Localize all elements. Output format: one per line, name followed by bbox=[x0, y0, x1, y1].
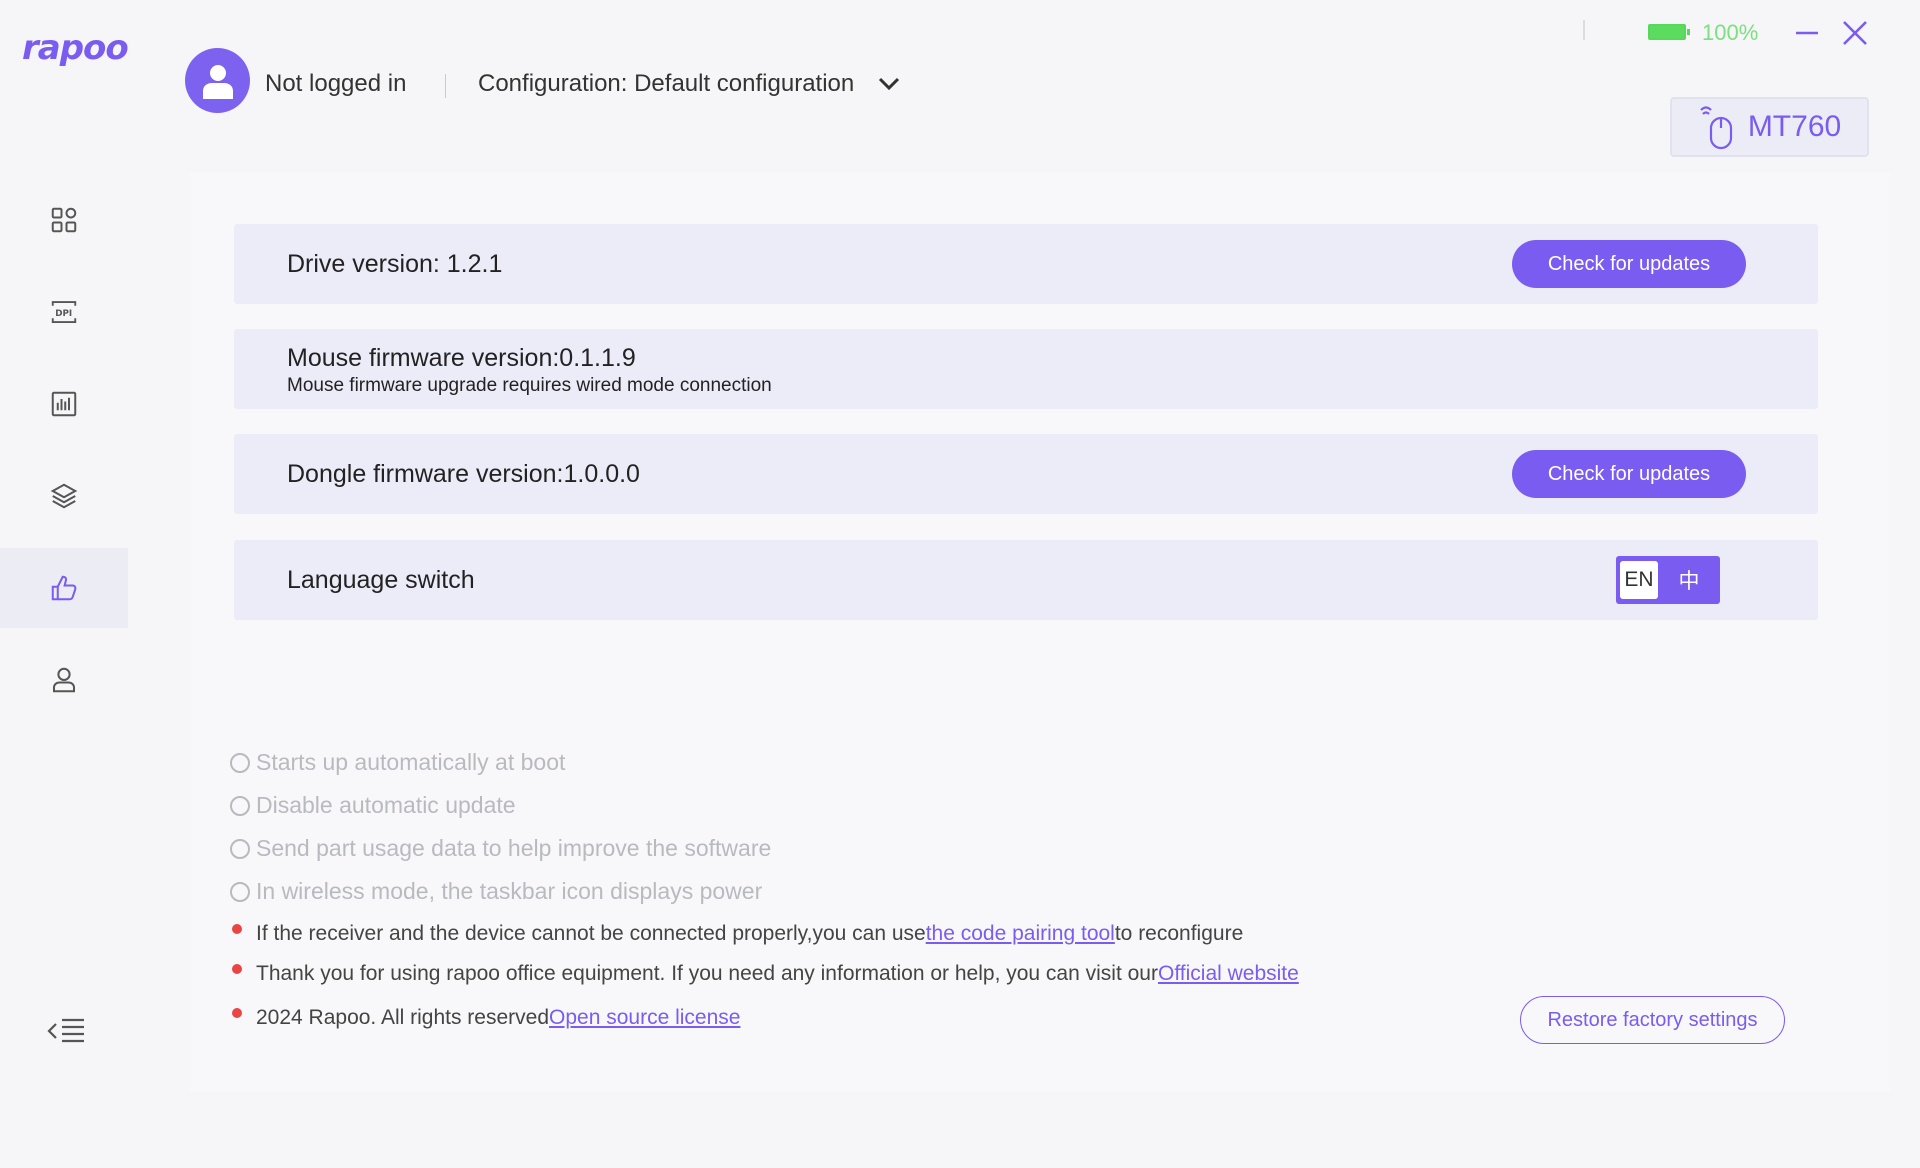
info-text-after: to reconfigure bbox=[1114, 922, 1244, 945]
minimize-icon[interactable] bbox=[1794, 20, 1820, 46]
info-text-before: 2024 Rapoo. All rights reserved bbox=[256, 1006, 550, 1029]
collapse-menu-icon[interactable] bbox=[46, 1014, 86, 1048]
radio-button[interactable] bbox=[230, 881, 250, 902]
bullet-dot bbox=[232, 924, 242, 934]
mouse-firmware-version-text: Mouse firmware version:0.1.1.9 bbox=[287, 344, 636, 372]
info-website: Thank you for using rapoo office equipme… bbox=[232, 962, 1299, 986]
option-auto-start[interactable]: Starts up automatically at boot bbox=[230, 749, 565, 776]
option-label: Disable automatic update bbox=[256, 792, 516, 818]
sidebar-item-dashboard[interactable] bbox=[0, 180, 128, 260]
thumbs-up-icon bbox=[51, 575, 77, 601]
layers-icon bbox=[50, 483, 78, 509]
sidebar-item-account[interactable] bbox=[0, 640, 128, 720]
bullet-dot bbox=[232, 964, 242, 974]
bar-chart-icon bbox=[51, 391, 77, 417]
info-text-before: If the receiver and the device cannot be… bbox=[256, 922, 926, 945]
wireless-mouse-icon bbox=[1700, 106, 1732, 150]
rapoo-logo: rapoo bbox=[22, 28, 129, 68]
drive-version-card: Drive version: 1.2.1 Check for updates bbox=[234, 224, 1818, 304]
radio-button[interactable] bbox=[230, 795, 250, 816]
option-send-usage-data[interactable]: Send part usage data to help improve the… bbox=[230, 835, 771, 862]
close-icon[interactable] bbox=[1842, 20, 1868, 46]
radio-button[interactable] bbox=[230, 838, 250, 859]
sidebar-item-stats[interactable] bbox=[0, 364, 128, 444]
drive-version-text: Drive version: 1.2.1 bbox=[287, 250, 503, 278]
dpi-icon: DPI bbox=[51, 301, 77, 323]
sidebar-item-layers[interactable] bbox=[0, 456, 128, 536]
user-icon bbox=[202, 64, 233, 99]
settings-panel bbox=[190, 172, 1890, 1092]
bullet-dot bbox=[232, 1008, 242, 1018]
language-switch-card: Language switch EN 中 bbox=[234, 540, 1818, 620]
grid-icon bbox=[51, 207, 77, 233]
login-status[interactable]: Not logged in bbox=[265, 70, 406, 98]
option-disable-auto-update[interactable]: Disable automatic update bbox=[230, 792, 516, 819]
info-pairing: If the receiver and the device cannot be… bbox=[232, 922, 1243, 946]
restore-factory-settings-button[interactable]: Restore factory settings bbox=[1520, 996, 1785, 1044]
battery-percent: 100% bbox=[1702, 20, 1759, 45]
chevron-down-icon bbox=[879, 77, 900, 91]
language-toggle: EN 中 bbox=[1616, 556, 1720, 604]
option-taskbar-power[interactable]: In wireless mode, the taskbar icon displ… bbox=[230, 878, 762, 905]
info-text: 2024 Rapoo. All rights reservedOpen sour… bbox=[256, 1006, 740, 1030]
radio-button[interactable] bbox=[230, 752, 250, 773]
open-source-license-link[interactable]: Open source license bbox=[549, 1006, 740, 1029]
device-selector[interactable]: MT760 bbox=[1670, 97, 1869, 157]
drive-check-updates-button[interactable]: Check for updates bbox=[1512, 240, 1746, 288]
avatar[interactable] bbox=[185, 48, 250, 113]
sidebar-item-settings[interactable] bbox=[0, 548, 128, 628]
dongle-check-updates-button[interactable]: Check for updates bbox=[1512, 450, 1746, 498]
svg-text:DPI: DPI bbox=[55, 309, 72, 319]
header-divider bbox=[445, 74, 446, 98]
option-label: In wireless mode, the taskbar icon displ… bbox=[256, 878, 763, 904]
code-pairing-tool-link[interactable]: the code pairing tool bbox=[926, 922, 1115, 945]
info-text: If the receiver and the device cannot be… bbox=[256, 922, 1243, 946]
mouse-firmware-note: Mouse firmware upgrade requires wired mo… bbox=[287, 375, 772, 396]
user-icon bbox=[53, 667, 75, 693]
battery-icon bbox=[1648, 24, 1690, 40]
info-text-before: Thank you for using rapoo office equipme… bbox=[256, 962, 1158, 985]
sidebar-item-dpi[interactable]: DPI bbox=[0, 272, 128, 352]
device-name: MT760 bbox=[1747, 110, 1842, 143]
dongle-firmware-version-text: Dongle firmware version:1.0.0.0 bbox=[287, 460, 640, 488]
info-text: Thank you for using rapoo office equipme… bbox=[256, 962, 1299, 986]
configuration-dropdown[interactable]: Configuration: Default configuration bbox=[478, 70, 900, 98]
language-option-en[interactable]: EN bbox=[1620, 561, 1658, 599]
dongle-firmware-card: Dongle firmware version:1.0.0.0 Check fo… bbox=[234, 434, 1818, 514]
mouse-firmware-card: Mouse firmware version:0.1.1.9 Mouse fir… bbox=[234, 329, 1818, 409]
language-option-zh[interactable]: 中 bbox=[1662, 561, 1716, 599]
info-license: 2024 Rapoo. All rights reservedOpen sour… bbox=[232, 1006, 740, 1030]
official-website-link[interactable]: Official website bbox=[1158, 962, 1299, 985]
titlebar-divider bbox=[1583, 20, 1585, 40]
option-label: Send part usage data to help improve the… bbox=[256, 835, 772, 861]
sidebar: DPI bbox=[0, 180, 128, 732]
configuration-label: Configuration: Default configuration bbox=[478, 70, 855, 97]
language-switch-label: Language switch bbox=[287, 566, 475, 594]
option-label: Starts up automatically at boot bbox=[256, 749, 566, 775]
